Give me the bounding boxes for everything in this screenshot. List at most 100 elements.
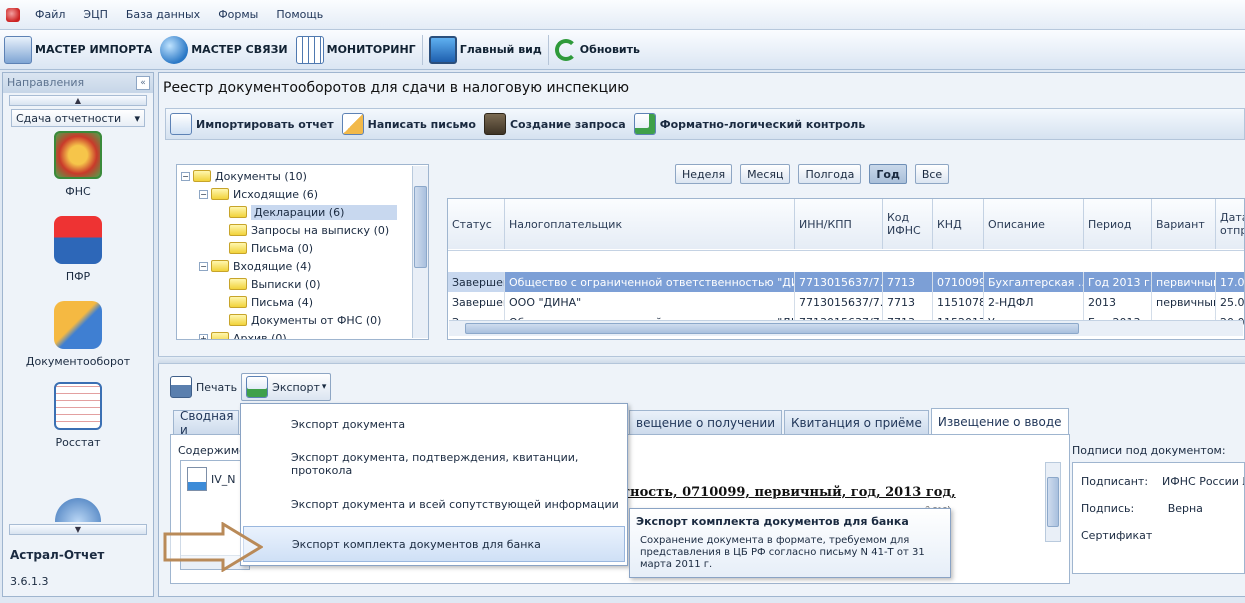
nav-item-docflow[interactable]: Документооборот [3, 301, 153, 368]
tree-node-requests[interactable]: Запросы на выписку (0) [229, 221, 389, 239]
signer-value: ИФНС России № 13 [1162, 475, 1244, 488]
certificate-label[interactable]: Сертификат [1081, 529, 1152, 542]
column-knd[interactable]: КНД [933, 199, 984, 249]
column-inn[interactable]: ИНН/КПП [795, 199, 883, 249]
tree-node-incoming[interactable]: − Входящие (4) [199, 257, 311, 275]
menu-ecp[interactable]: ЭЦП [74, 8, 117, 21]
signer-label: Подписант: [1081, 475, 1149, 488]
import-report-label: Импортировать отчет [196, 117, 334, 131]
column-description[interactable]: Описание [984, 199, 1084, 249]
printer-icon [170, 376, 192, 398]
column-period[interactable]: Период [1084, 199, 1152, 249]
monitoring-button[interactable]: МОНИТОРИНГ [292, 33, 420, 67]
expand-toggle-icon[interactable]: + [199, 333, 208, 339]
create-request-button[interactable]: Создание запроса [480, 113, 630, 135]
nav-item-rosstat[interactable]: Росстат [3, 382, 153, 449]
cell-description: Бухгалтерская ... [984, 272, 1084, 292]
tree-node-statements[interactable]: Выписки (0) [229, 275, 321, 293]
main-view-button[interactable]: Главный вид [425, 33, 546, 67]
tree-node-letters-in[interactable]: Письма (4) [229, 293, 313, 311]
scroll-down-button[interactable]: ▼ [9, 524, 147, 535]
folder-icon [229, 224, 247, 236]
scrollbar-thumb[interactable] [465, 323, 1079, 334]
print-button[interactable]: Печать [166, 373, 241, 401]
cell-period: 2013 [1084, 292, 1152, 312]
import-report-button[interactable]: Импортировать отчет [166, 113, 338, 135]
export-menu: Экспорт документа Экспорт документа, под… [240, 403, 628, 566]
nav-item-fns-label: ФНС [65, 185, 91, 198]
column-status[interactable]: Статус [448, 199, 505, 249]
collapse-icon[interactable]: « [136, 76, 150, 90]
collapse-toggle-icon[interactable]: − [199, 189, 208, 199]
folder-icon [193, 170, 211, 182]
column-variant[interactable]: Вариант [1152, 199, 1216, 249]
scrollbar-thumb[interactable] [1047, 477, 1059, 527]
tree-node-archive[interactable]: + Архив (0) [199, 329, 287, 339]
tree-node-fns-docs[interactable]: Документы от ФНС (0) [229, 311, 381, 329]
create-request-label: Создание запроса [509, 117, 626, 131]
table-row[interactable]: Завершен Общество с ограниченной ответст… [448, 272, 1244, 292]
toolbar-separator [547, 34, 549, 65]
menu-item-export-document[interactable]: Экспорт документа [243, 406, 625, 442]
tree-node-label: Декларации (6) [251, 204, 397, 220]
menu-file[interactable]: Файл [26, 8, 74, 21]
preview-scrollbar[interactable] [1045, 462, 1061, 542]
menu-help[interactable]: Помощь [267, 8, 332, 21]
column-ifns[interactable]: Код ИФНС [883, 199, 933, 249]
column-taxpayer[interactable]: Налогоплательщик [505, 199, 795, 249]
refresh-button[interactable]: Обновить [551, 33, 644, 67]
menu-item-export-bank-set[interactable]: Экспорт комплекта документов для банка [243, 526, 625, 562]
period-year-button[interactable]: Год [869, 164, 907, 184]
write-letter-button[interactable]: Написать письмо [338, 113, 480, 135]
tree-node-declarations[interactable]: Декларации (6) [229, 203, 397, 221]
tab-input-notice[interactable]: Извещение о вводе [930, 408, 1069, 434]
scrollbar-thumb[interactable] [414, 186, 427, 268]
menu-database[interactable]: База данных [117, 8, 209, 21]
export-button[interactable]: Экспорт ▾ [241, 373, 332, 401]
period-month-button[interactable]: Месяц [740, 164, 791, 184]
document-toolbar: Печать Экспорт ▾ [166, 372, 332, 402]
column-date[interactable]: Дата отпр [1216, 199, 1244, 249]
link-wizard-button[interactable]: МАСТЕР СВЯЗИ [156, 33, 291, 67]
folder-tree: − Документы (10) − Исходящие (6) Деклараци… [176, 164, 429, 340]
collapse-toggle-icon[interactable]: − [181, 171, 190, 181]
tree-node-label: Документы (10) [215, 169, 307, 183]
nav-item-pfr[interactable]: ПФР [3, 216, 153, 283]
cell-knd: 1151078 [933, 292, 984, 312]
nav-item-fns[interactable]: ФНС [3, 131, 153, 198]
tab-acceptance-receipt[interactable]: Квитанция о приёме [784, 410, 929, 434]
period-all-button[interactable]: Все [914, 164, 950, 184]
table-scrollbar[interactable] [449, 320, 1243, 336]
tab-receipt-notice[interactable]: вещение о получении [629, 410, 783, 434]
menu-item-export-with-receipts[interactable]: Экспорт документа, подтверждения, квитан… [243, 446, 625, 482]
scroll-up-button[interactable]: ▲ [9, 95, 147, 106]
tree-node-letters-out[interactable]: Письма (0) [229, 239, 313, 257]
period-halfyear-button[interactable]: Полгода [798, 164, 862, 184]
panel-splitter[interactable] [158, 356, 1245, 364]
directions-title: Направления [7, 76, 85, 89]
menu-item-export-all[interactable]: Экспорт документа и всей сопутствующей и… [243, 486, 625, 522]
flk-button[interactable]: Форматно-логический контроль [630, 113, 870, 135]
tree-node-outgoing[interactable]: − Исходящие (6) [199, 185, 318, 203]
import-wizard-label: МАСТЕР ИМПОРТА [35, 43, 153, 56]
signature-value: Верна [1167, 502, 1203, 515]
collapse-toggle-icon[interactable]: − [199, 261, 208, 271]
refresh-label: Обновить [579, 43, 640, 56]
main-view-label: Главный вид [459, 43, 542, 56]
file-item[interactable]: IV_N [187, 467, 236, 491]
import-wizard-button[interactable]: МАСТЕР ИМПОРТА [0, 33, 156, 67]
envelope-pen-icon [341, 113, 364, 135]
direction-select[interactable]: Сдача отчетности ▾ [11, 109, 145, 127]
menu-forms[interactable]: Формы [209, 8, 267, 21]
tree-scrollbar[interactable] [412, 166, 428, 338]
page-title: Реестр документооборотов для сдачи в нал… [163, 80, 630, 96]
table-row[interactable]: Завершен ООО "ДИНА" 7713015637/7... 7713… [448, 292, 1244, 312]
tree-node-label: Запросы на выписку (0) [251, 223, 390, 237]
tree-node-documents[interactable]: − Документы (10) [181, 167, 307, 185]
main-toolbar: МАСТЕР ИМПОРТА МАСТЕР СВЯЗИ МОНИТОРИНГ Г… [0, 30, 1245, 70]
period-week-button[interactable]: Неделя [675, 164, 733, 184]
documents-table: Статус Налогоплательщик ИНН/КПП Код ИФНС… [447, 198, 1245, 340]
tab-summary[interactable]: Сводная и [173, 409, 239, 437]
import-report-icon [170, 113, 192, 135]
docflow-envelopes-icon [54, 301, 102, 349]
